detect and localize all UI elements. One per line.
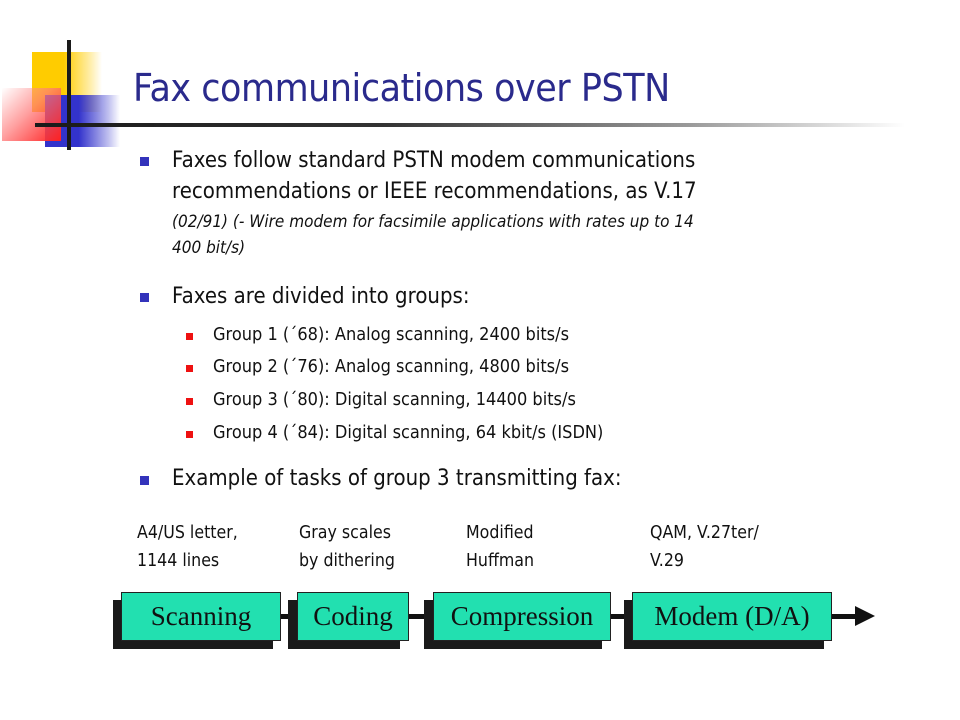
sub-bullet-icon (186, 365, 193, 372)
stage-note-modem-line-2: V.29 (650, 550, 684, 571)
stage-box-modem: Modem (D/A) (632, 592, 832, 641)
logo-red-square (2, 88, 61, 141)
logo-vertical-line (67, 40, 71, 150)
group-item: Group 4 (´84): Digital scanning, 64 kbit… (213, 422, 604, 443)
stage-note-scanning-line-2: 1144 lines (137, 550, 220, 571)
bullet-1-line-2: recommendations or IEEE recommendations,… (172, 179, 697, 204)
stage-box-compression: Compression (433, 592, 611, 641)
arrow-right-icon (855, 606, 875, 626)
group-item: Group 3 (´80): Digital scanning, 14400 b… (213, 389, 576, 410)
bullet-2-text: Faxes are divided into groups: (172, 284, 470, 309)
bullet-1-note-line-2: 400 bit/s) (172, 238, 246, 258)
bullet-1-note-line-1: (02/91) (- Wire modem for facsimile appl… (172, 212, 694, 232)
stage-note-scanning-line-1: A4/US letter, (137, 522, 238, 543)
stage-box-scanning: Scanning (121, 592, 281, 641)
sub-bullet-icon (186, 333, 193, 340)
stage-note-compression-line-2: Huffman (466, 550, 535, 571)
group-item: Group 2 (´76): Analog scanning, 4800 bit… (213, 356, 570, 377)
stage-box-coding: Coding (297, 592, 409, 641)
bullet-1-line-1: Faxes follow standard PSTN modem communi… (172, 148, 696, 173)
stage-note-coding-line-1: Gray scales (299, 522, 391, 543)
title-underline (35, 123, 905, 127)
stage-note-compression-line-1: Modified (466, 522, 534, 543)
stage-note-coding-line-2: by dithering (299, 550, 395, 571)
slide-title: Fax communications over PSTN (133, 66, 670, 110)
bullet-icon (140, 293, 149, 302)
group-item: Group 1 (´68): Analog scanning, 2400 bit… (213, 324, 570, 345)
sub-bullet-icon (186, 398, 193, 405)
bullet-icon (140, 476, 149, 485)
bullet-3-text: Example of tasks of group 3 transmitting… (172, 466, 622, 491)
stage-note-modem-line-1: QAM, V.27ter/ (650, 522, 759, 543)
sub-bullet-icon (186, 431, 193, 438)
bullet-icon (140, 157, 149, 166)
